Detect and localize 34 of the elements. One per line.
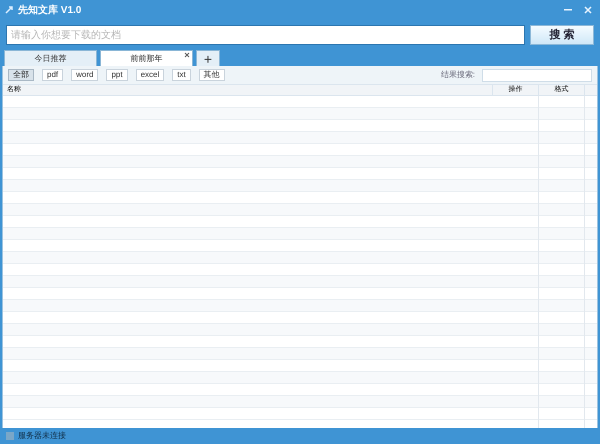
table-row[interactable] — [3, 348, 597, 360]
table-row[interactable] — [3, 276, 597, 288]
table-row[interactable] — [3, 132, 597, 144]
tab[interactable]: 前前那年 — [100, 50, 193, 66]
table-row[interactable] — [3, 228, 597, 240]
filter-button[interactable]: excel — [136, 69, 164, 81]
filter-button[interactable]: pdf — [42, 69, 64, 81]
filter-button[interactable]: ppt — [106, 69, 128, 81]
filter-button[interactable]: txt — [172, 69, 191, 81]
search-button[interactable]: 搜 索 — [530, 25, 594, 45]
table-row[interactable] — [3, 372, 597, 384]
status-icon — [6, 432, 14, 440]
close-icon[interactable] — [184, 52, 190, 58]
app-icon — [4, 5, 14, 15]
table-row[interactable] — [3, 324, 597, 336]
table-row[interactable] — [3, 204, 597, 216]
window-title: 先知文库 V1.0 — [18, 3, 82, 18]
minimize-icon — [564, 9, 572, 11]
table-row[interactable] — [3, 156, 597, 168]
table-row[interactable] — [3, 108, 597, 120]
tab[interactable]: 今日推荐 — [4, 50, 97, 66]
table-row[interactable] — [3, 252, 597, 264]
search-field[interactable]: 请输入你想要下载的文档 — [6, 25, 525, 45]
close-icon — [584, 6, 592, 14]
result-search-label: 结果搜索: — [440, 69, 475, 81]
filter-button[interactable]: 全部 — [8, 69, 34, 81]
result-search-field[interactable] — [482, 68, 592, 82]
status-text: 服务器未连接 — [18, 430, 66, 442]
add-tab-button[interactable]: + — [196, 50, 220, 66]
table-row[interactable] — [3, 396, 597, 408]
filter-button[interactable]: word — [71, 69, 98, 81]
table-row[interactable] — [3, 300, 597, 312]
filter-button[interactable]: 其他 — [198, 69, 225, 81]
table-row[interactable] — [3, 180, 597, 192]
